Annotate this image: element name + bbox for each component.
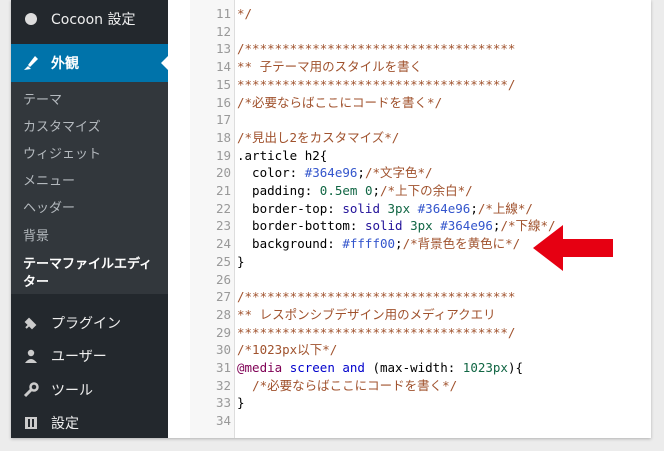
line-number: 11 [215,6,231,21]
sidebar-item-label: プラグイン [51,316,121,332]
code-text: /*必要ならばここにコードを書く*/ [237,94,443,110]
code-text: /*1023px以下*/ [237,342,338,358]
code-text: /*見出し2をカスタマイズ*/ [237,129,400,145]
line-number: 17 [215,112,231,128]
sidebar-item-tools[interactable]: ツール [11,377,168,403]
submenu-item-header[interactable]: ヘッダー [23,200,75,218]
sidebar-item-users[interactable]: ユーザー [11,343,168,369]
user-icon [21,347,41,365]
code-text: background: #ffff00;/*背景色を黄色に*/ [237,236,521,252]
submenu-item-menus[interactable]: メニュー [23,173,75,191]
code-text: border-top: solid 3px #364e96;/*上線*/ [237,200,533,216]
code-text: } [237,395,245,411]
sidebar-item-appearance[interactable]: 外観 [11,44,169,82]
code-text: ** 子テーマ用のスタイルを書く [237,59,423,75]
line-number: 34 [215,413,231,429]
line-number: 13 [215,41,231,57]
code-text: /*必要ならばここにコードを書く*/ [252,377,458,393]
line-number: 31 [215,360,231,375]
code-text: } [237,253,245,269]
line-number: 24 [215,236,231,252]
admin-sidebar: Cocoon 設定 外観 テーマ カスタマイズ ウィジェット メニュー ヘッダー… [11,0,169,438]
line-number: 16 [215,94,231,110]
circle-icon [21,10,41,28]
line-number: 18 [215,129,231,145]
sidebar-item-label: 外観 [51,56,79,72]
line-number: 14 [215,59,231,75]
submenu-item-theme-file-editor-cont[interactable]: ター [23,274,49,292]
code-text: ************************************/ [237,324,516,340]
code-editor[interactable]: 11 */ 12 13 /*******************************… [168,0,651,438]
line-number: 25 [215,253,231,269]
wordpress-admin-window: Cocoon 設定 外観 テーマ カスタマイズ ウィジェット メニュー ヘッダー… [11,0,651,438]
red-arrow-icon [533,225,613,271]
submenu-item-widgets[interactable]: ウィジェット [23,146,101,164]
sidebar-item-label: 設定 [51,416,79,432]
submenu-item-background[interactable]: 背景 [23,228,49,246]
sidebar-item-label: ツール [51,383,93,399]
line-number: 28 [215,306,231,322]
sidebar-item-label: ユーザー [51,349,107,365]
appearance-submenu: テーマ カスタマイズ ウィジェット メニュー ヘッダー 背景 テーマファイルエデ… [11,82,168,294]
line-number: 30 [215,342,231,358]
plugin-icon [21,314,41,332]
sidebar-item-plugins[interactable]: プラグイン [11,310,168,336]
paintbrush-icon [21,54,41,72]
line-number: 12 [215,23,231,39]
submenu-item-theme-file-editor[interactable]: テーマファイルエディ [23,256,152,274]
line-number: 26 [215,271,231,287]
line-number: 27 [215,289,231,305]
code-text: color: #364e96;/*文字色*/ [237,165,433,181]
code-text: @media screen and (max-width: 1023px){ [237,360,524,375]
line-number: 23 [215,218,231,234]
code-text: ** レスポンシブデザイン用のメディアクエリ [237,306,496,322]
line-number: 32 [215,377,231,393]
line-number: 20 [215,165,231,181]
line-number: 21 [215,183,231,198]
line-number: 15 [215,76,231,92]
sidebar-item-settings[interactable]: 設定 [11,410,168,436]
submenu-item-customize[interactable]: カスタマイズ [23,119,101,137]
code-text: ************************************/ [237,76,516,92]
code-text: */ [237,6,253,21]
code-text: /************************************ [237,289,516,305]
sidebar-item-cocoon-settings[interactable]: Cocoon 設定 [11,6,168,32]
line-number: 19 [215,147,231,163]
code-text: .article h2{ [237,147,328,163]
wrench-icon [21,381,41,399]
sidebar-item-label: Cocoon 設定 [51,12,136,28]
line-number: 29 [215,324,231,340]
settings-icon [21,414,41,432]
line-number: 22 [215,200,231,216]
code-text: border-bottom: solid 3px #364e96;/*下線*/ [237,218,556,234]
submenu-item-themes[interactable]: テーマ [23,92,62,110]
line-number: 33 [215,395,231,411]
code-text: padding: 0.5em 0;/*上下の余白*/ [237,183,473,198]
code-text: /************************************ [237,41,516,57]
